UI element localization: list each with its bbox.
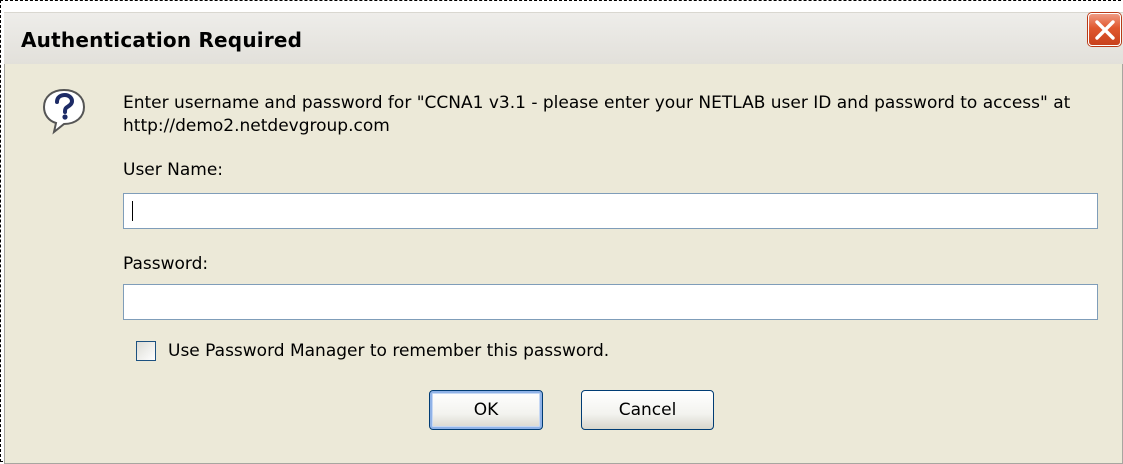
title-bar[interactable]: Authentication Required (4, 12, 1123, 65)
password-input[interactable] (123, 284, 1098, 320)
password-label: Password: (123, 254, 209, 274)
cancel-button[interactable]: Cancel (581, 390, 714, 430)
remember-password-checkbox[interactable] (136, 341, 156, 361)
prompt-message: Enter username and password for "CCNA1 v… (123, 93, 1071, 136)
ok-button[interactable]: OK (429, 390, 543, 430)
dialog-body: Enter username and password for "CCNA1 v… (4, 64, 1123, 464)
username-label: User Name: (123, 160, 224, 180)
dialog-title: Authentication Required (21, 28, 303, 52)
question-icon (42, 88, 86, 135)
close-icon (1095, 20, 1115, 40)
authentication-dialog: Authentication Required Enter username a… (4, 12, 1123, 464)
close-button[interactable] (1088, 13, 1121, 46)
text-caret (132, 201, 133, 221)
remember-password-label[interactable]: Use Password Manager to remember this pa… (168, 341, 609, 361)
username-input[interactable] (123, 193, 1098, 229)
